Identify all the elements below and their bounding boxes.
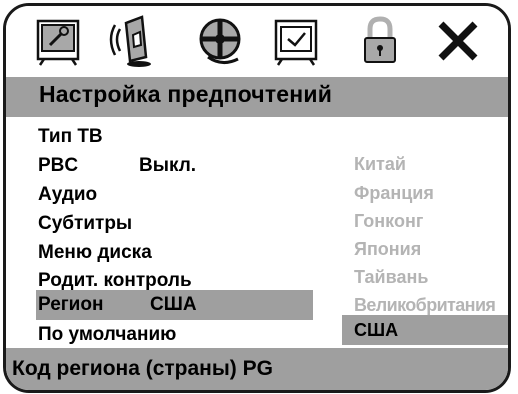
region-option-uk[interactable]: Великобритания — [354, 291, 496, 319]
menu-item-audio[interactable]: Аудио — [38, 181, 97, 209]
menu-item-default[interactable]: По умолчанию — [38, 321, 176, 349]
audio-setup-icon[interactable] — [106, 13, 162, 69]
menu-item-subtitles[interactable]: Субтитры — [38, 210, 132, 238]
general-setup-icon[interactable] — [30, 13, 86, 69]
region-option-china[interactable]: Китай — [354, 150, 406, 178]
exit-icon[interactable] — [430, 13, 486, 69]
menu-item-disc-menu[interactable]: Меню диска — [38, 239, 152, 267]
region-option-hong-kong[interactable]: Гонконг — [354, 207, 423, 235]
preference-setup-icon[interactable] — [268, 13, 324, 69]
password-lock-icon[interactable] — [352, 13, 408, 69]
page-title: Настройка предпочтений — [39, 81, 333, 107]
region-option-japan[interactable]: Япония — [354, 235, 421, 263]
osd-menu-window: Настройка предпочтений Тип ТВ PBC Выкл. … — [3, 3, 511, 393]
region-option-taiwan[interactable]: Тайвань — [354, 263, 428, 291]
preference-menu: Тип ТВ PBC Выкл. Аудио Субтитры Меню дис… — [6, 117, 508, 348]
region-option-usa[interactable]: США — [354, 316, 398, 344]
menu-item-tv-type[interactable]: Тип ТВ — [38, 123, 103, 151]
status-text: Код региона (страны) PG — [12, 357, 273, 380]
menu-value-region: США — [150, 294, 197, 315]
region-option-france[interactable]: Франция — [354, 179, 434, 207]
menu-value-pbc: Выкл. — [139, 155, 197, 176]
video-setup-icon[interactable] — [192, 13, 248, 69]
setup-toolbar — [6, 6, 508, 77]
menu-item-region[interactable]: Регион — [38, 291, 103, 319]
status-bar: Код региона (страны) PG — [6, 348, 508, 390]
title-bar: Настройка предпочтений — [6, 77, 508, 117]
menu-item-pbc[interactable]: PBC — [38, 152, 78, 180]
